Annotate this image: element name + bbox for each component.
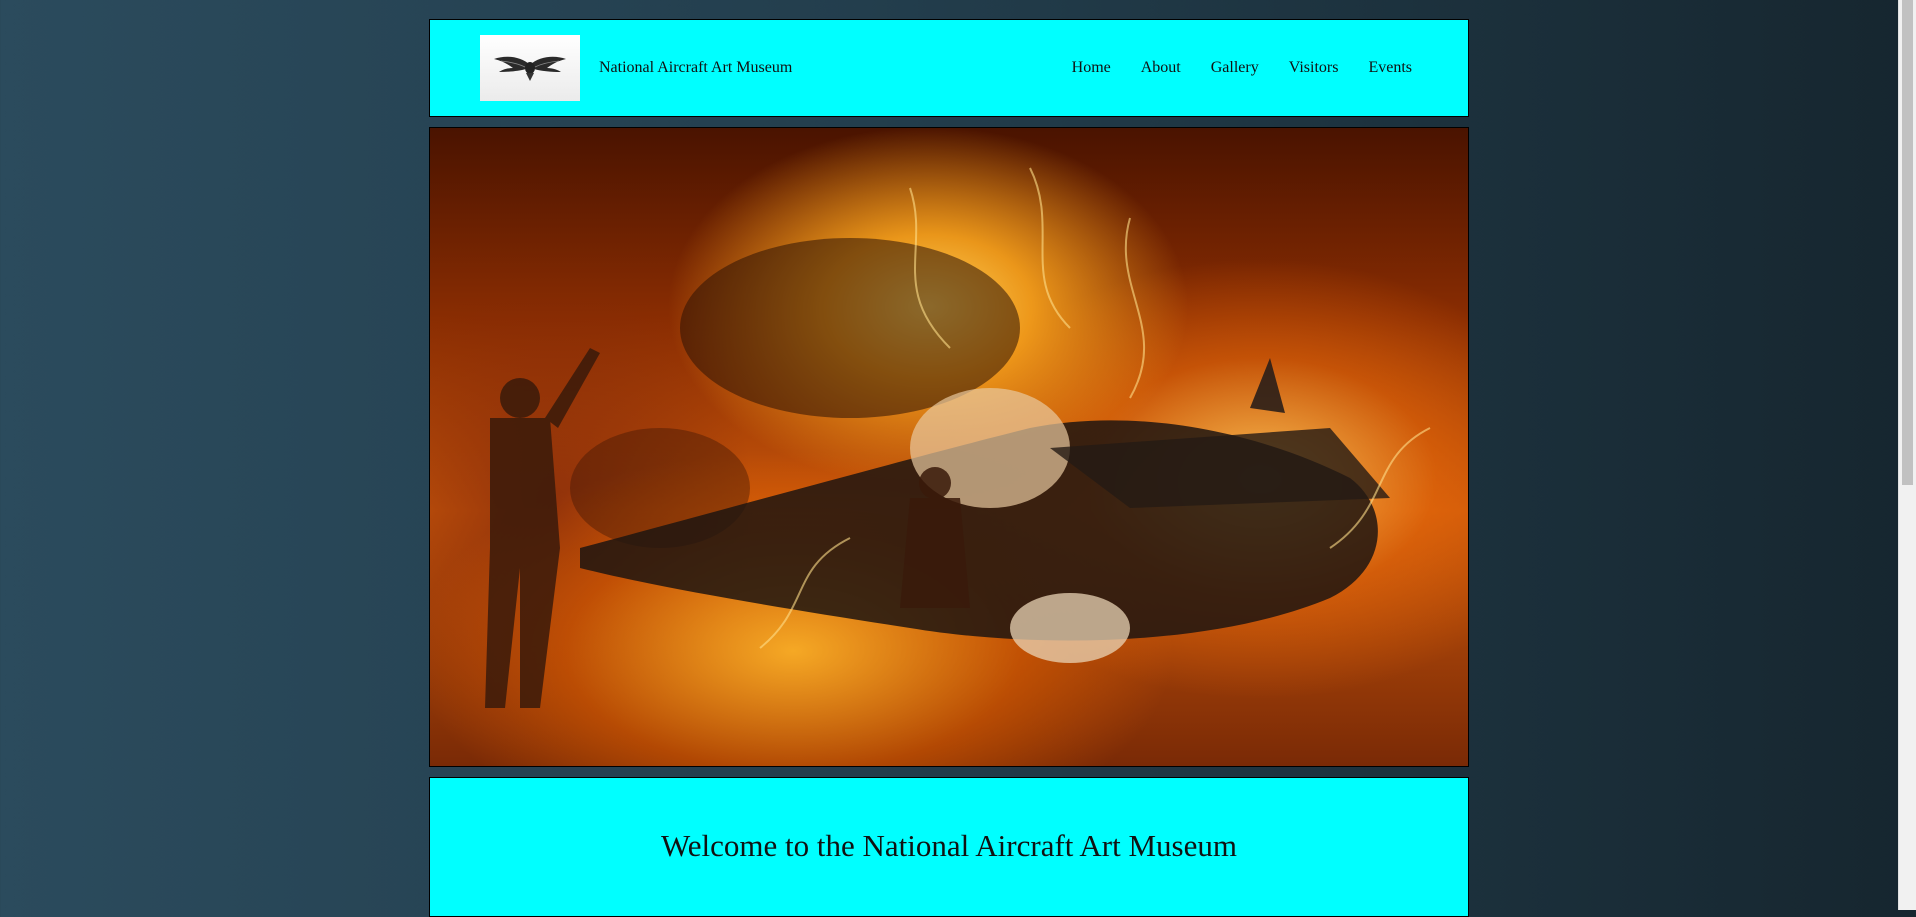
- nav-home[interactable]: Home: [1072, 59, 1111, 77]
- winged-emblem-icon: [494, 56, 566, 81]
- scrollbar-thumb[interactable]: [1902, 0, 1913, 485]
- page-container: National Aircraft Art Museum Home About …: [429, 19, 1469, 917]
- nav-gallery[interactable]: Gallery: [1211, 59, 1259, 77]
- site-logo[interactable]: [480, 35, 580, 101]
- scrollbar[interactable]: [1898, 0, 1916, 910]
- nav-visitors[interactable]: Visitors: [1289, 59, 1339, 77]
- welcome-section: Welcome to the National Aircraft Art Mus…: [429, 777, 1469, 917]
- nav-events[interactable]: Events: [1368, 59, 1412, 77]
- site-header: National Aircraft Art Museum Home About …: [429, 19, 1469, 117]
- brand: National Aircraft Art Museum: [480, 35, 792, 101]
- welcome-heading: Welcome to the National Aircraft Art Mus…: [660, 828, 1237, 863]
- site-name[interactable]: National Aircraft Art Museum: [599, 59, 792, 77]
- nav-about[interactable]: About: [1141, 59, 1181, 77]
- main-nav: Home About Gallery Visitors Events: [1072, 59, 1412, 77]
- hero-artwork: [485, 167, 1431, 708]
- hero-image: [429, 127, 1469, 767]
